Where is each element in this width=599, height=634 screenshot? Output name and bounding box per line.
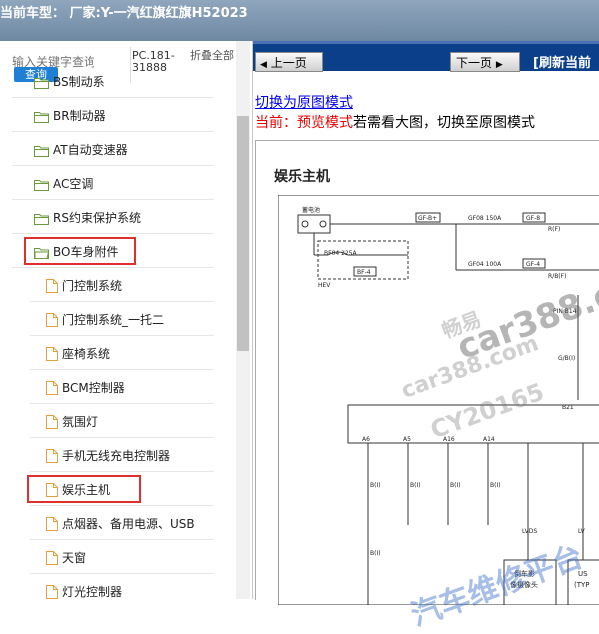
- rf-label: R(F): [548, 226, 560, 233]
- content-panel: ◀ 上一页 下一页 ▶ [刷新当前 切换为原图模式 当前：预览模式若需看大图，切…: [253, 41, 599, 634]
- tree-item[interactable]: 门控制系统_一托二: [30, 303, 214, 336]
- tree-item-label: 手机无线充电控制器: [62, 449, 171, 463]
- tree-item-label: 座椅系统: [62, 347, 111, 361]
- tree-item[interactable]: AC空调: [12, 167, 214, 200]
- folder-icon: [34, 74, 49, 89]
- current-mode-line: 当前：预览模式若需看大图，切换至原图模式: [255, 115, 535, 131]
- gf8-label: GF-8: [526, 215, 540, 222]
- tree-item[interactable]: 门控制系统: [30, 269, 214, 302]
- tree-item-label: RS约束保护系统: [53, 211, 141, 225]
- prev-page-button[interactable]: ◀ 上一页: [255, 52, 323, 72]
- gb-label: G/B(I): [558, 355, 575, 362]
- next-page-button[interactable]: 下一页 ▶: [450, 52, 520, 72]
- highlight-box: [27, 475, 141, 503]
- bi-label-3: B(I): [450, 482, 461, 489]
- tree-item-label: BR制动器: [53, 109, 106, 123]
- a14-label: A14: [483, 436, 495, 443]
- arrow-right-icon: ▶: [495, 60, 503, 70]
- folder-icon: [34, 142, 49, 157]
- tree-item[interactable]: 氛围灯: [30, 405, 214, 438]
- a5-label: A5: [403, 436, 411, 443]
- rbf-label: R/B(F): [548, 273, 566, 280]
- battery-label: 蓄电池: [302, 206, 320, 214]
- file-icon: [46, 516, 61, 531]
- lv-label: LV: [578, 528, 586, 535]
- bf4-label: BF-4: [357, 269, 371, 276]
- file-icon: [46, 346, 61, 361]
- pin-label: PIN B14: [553, 308, 577, 315]
- tree-item-label: 氛围灯: [62, 415, 99, 429]
- current-model-title: 当前车型： 厂家:Y-一汽红旗红旗H52023: [0, 6, 248, 21]
- hev-label: HEV: [318, 282, 331, 289]
- tree-item-label: 点烟器、备用电源、USB: [62, 517, 195, 531]
- refresh-link[interactable]: [刷新当前: [533, 52, 591, 71]
- page-nav-bar: ◀ 上一页 下一页 ▶ [刷新当前: [253, 41, 599, 72]
- lvds-label: LVDS: [522, 528, 537, 535]
- tree-item[interactable]: BR制动器: [12, 99, 214, 132]
- tree-item-label: 门控制系统: [62, 279, 123, 293]
- file-icon: [46, 550, 61, 565]
- tree-item-label: AT自动变速器: [53, 143, 128, 157]
- bi-label-5: B(I): [370, 550, 381, 557]
- folder-icon: [34, 176, 49, 191]
- gf08-label: GF08 150A: [468, 215, 502, 222]
- bf04-label: BF04 225A: [324, 250, 358, 257]
- tree-item[interactable]: RS约束保护系统: [12, 201, 214, 234]
- scrollbar-thumb[interactable]: [237, 116, 249, 351]
- file-icon: [46, 312, 61, 327]
- arrow-left-icon: ◀: [260, 60, 267, 70]
- gf-b-label: GF-B+: [418, 215, 437, 222]
- left-sidebar: 查询 PC.181-31888 折叠全部 BS制动系BR制动器AT自动变速器AC…: [0, 41, 253, 599]
- tree-item-label: 灯光控制器: [62, 585, 123, 599]
- document-title: 娱乐主机: [274, 169, 330, 185]
- folder-icon: [34, 108, 49, 123]
- tree-item-label: BS制动系: [53, 75, 105, 89]
- tree-item[interactable]: 点烟器、备用电源、USB: [30, 507, 214, 540]
- a16-label: A16: [443, 436, 455, 443]
- tree-item[interactable]: BS制动系: [12, 65, 214, 98]
- tree-item[interactable]: AT自动变速器: [12, 133, 214, 166]
- bi-label-1: B(I): [370, 482, 381, 489]
- tree-item[interactable]: BCM控制器: [30, 371, 214, 404]
- tree-item[interactable]: 手机无线充电控制器: [30, 439, 214, 472]
- bi-label-2: B(I): [410, 482, 421, 489]
- folder-icon: [34, 210, 49, 225]
- tree-item-label: BCM控制器: [62, 381, 125, 395]
- wiring-diagram-document: 娱乐主机 蓄电池 GF-B+ GF08 150A GF-8 R(F) BF04 …: [255, 140, 599, 634]
- bi-label-4: B(I): [490, 482, 501, 489]
- typ-label: (TYP: [574, 581, 590, 589]
- wiring-diagram: 蓄电池 GF-B+ GF08 150A GF-8 R(F) BF04 225A …: [278, 195, 599, 605]
- gf4-label: GF-4: [526, 261, 540, 268]
- sidebar-scrollbar[interactable]: [236, 41, 250, 599]
- tree-item[interactable]: 灯光控制器: [30, 575, 214, 599]
- highlight-box: [24, 237, 136, 265]
- tree-item[interactable]: 座椅系统: [30, 337, 214, 370]
- tree-item-label: 天窗: [62, 551, 87, 565]
- gf04-label: GF04 100A: [468, 261, 502, 268]
- file-icon: [46, 584, 61, 599]
- camera-label-2: 像摄像头: [510, 580, 538, 589]
- collapse-all-button[interactable]: 折叠全部: [190, 50, 238, 62]
- tree-item-label: 门控制系统_一托二: [62, 313, 165, 327]
- switch-original-mode-link[interactable]: 切换为原图模式: [255, 92, 353, 112]
- file-icon: [46, 278, 61, 293]
- file-icon: [46, 448, 61, 463]
- tree-item[interactable]: 天窗: [30, 541, 214, 574]
- file-icon: [46, 414, 61, 429]
- top-header: 当前车型： 厂家:Y-一汽红旗红旗H52023: [0, 0, 599, 41]
- tree-item-label: AC空调: [53, 177, 94, 191]
- camera-label: 倒车影: [514, 569, 535, 578]
- file-icon: [46, 380, 61, 395]
- usb-label: US: [578, 570, 588, 578]
- a6-label: A6: [362, 436, 370, 443]
